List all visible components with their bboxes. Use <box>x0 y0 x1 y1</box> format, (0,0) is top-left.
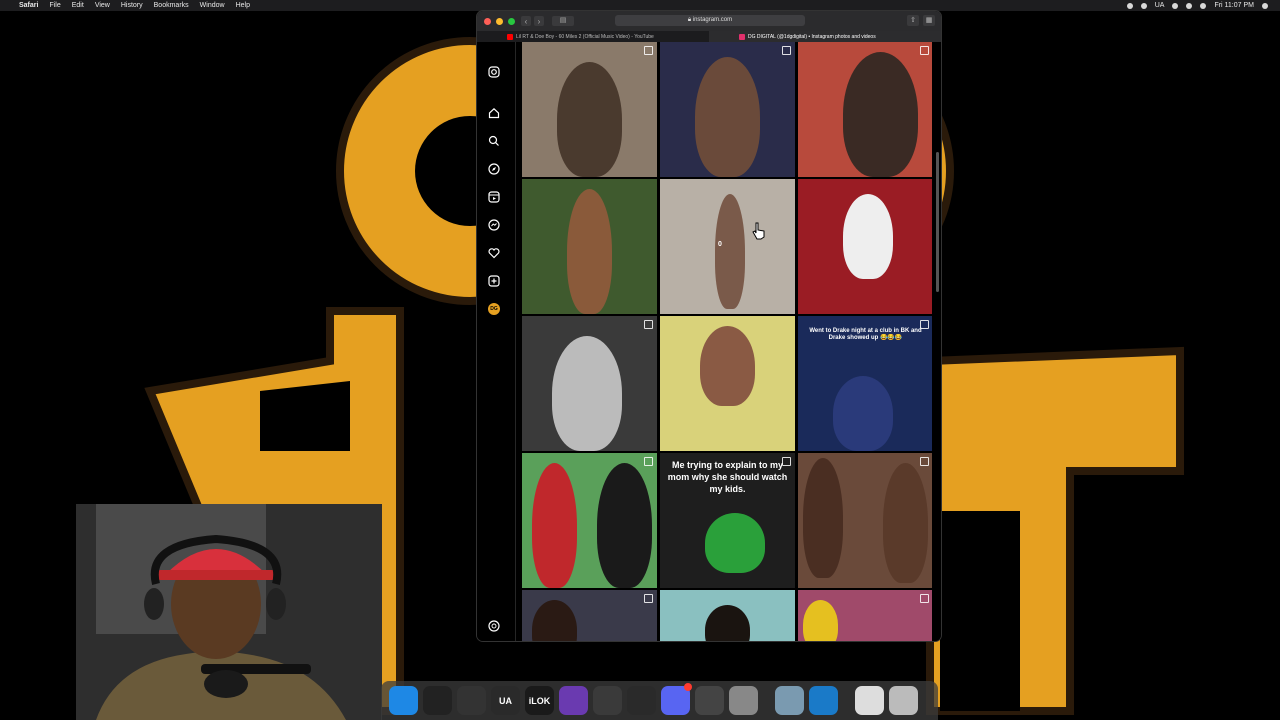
posts-grid: 0 Went to Drake night at a club in BK an… <box>522 42 932 641</box>
post-tile[interactable] <box>522 453 657 588</box>
multi-post-icon <box>782 46 791 55</box>
minimize-window-button[interactable] <box>496 17 503 25</box>
tab-overview-icon[interactable]: ▦ <box>923 15 935 26</box>
threads-icon[interactable] <box>488 620 500 632</box>
waves-icon[interactable] <box>457 686 486 715</box>
comment-count: 0 <box>718 241 722 248</box>
logic-icon[interactable] <box>559 686 588 715</box>
close-window-button[interactable] <box>484 17 491 25</box>
tab-label: Lil RT & Doe Boy - 60 Miles 2 (Official … <box>516 33 654 40</box>
ua-connect-icon[interactable]: UA <box>491 686 520 715</box>
post-tile[interactable] <box>522 42 657 177</box>
post-tile[interactable] <box>660 316 795 451</box>
reel-icon <box>782 457 791 466</box>
menu-window[interactable]: Window <box>200 2 225 9</box>
messenger-icon[interactable] <box>488 219 500 231</box>
post-tile[interactable] <box>660 590 795 641</box>
youtube-favicon-icon <box>507 33 513 40</box>
scrollbar[interactable] <box>936 152 939 292</box>
dock: UA iLOK <box>381 681 938 720</box>
home-icon[interactable] <box>488 107 500 119</box>
trash-icon[interactable] <box>889 686 918 715</box>
menu-history[interactable]: History <box>121 2 143 9</box>
notification-badge <box>684 683 692 691</box>
tab-instagram[interactable]: DG DIGITAL (@1dgdigital) • Instagram pho… <box>709 31 941 42</box>
post-tile[interactable] <box>522 316 657 451</box>
sidebar-toggle-icon[interactable]: ▤ <box>552 16 574 26</box>
instagram-page: DG 0 Went to Drake night at a club in BK… <box>477 42 941 641</box>
multi-post-icon <box>920 320 929 329</box>
reel-icon <box>644 320 653 329</box>
instagram-sidebar: DG <box>477 42 516 641</box>
post-tile[interactable] <box>660 42 795 177</box>
status-area: UA Fri 11:07 PM <box>1126 2 1268 9</box>
control-center-icon[interactable] <box>1262 2 1268 9</box>
post-tile[interactable] <box>522 590 657 641</box>
back-icon[interactable]: ‹ <box>521 16 531 26</box>
instagram-icon[interactable] <box>488 66 500 78</box>
multi-post-icon <box>920 594 929 603</box>
instagram-favicon-icon <box>739 33 745 40</box>
menu-help[interactable]: Help <box>236 2 250 9</box>
share-icon[interactable]: ⇧ <box>907 15 919 26</box>
multi-post-icon <box>644 46 653 55</box>
menu-app-name[interactable]: Safari <box>19 2 38 9</box>
multi-post-icon <box>920 46 929 55</box>
hand-cursor-icon <box>752 222 765 240</box>
url-text: instagram.com <box>692 17 733 23</box>
post-tile[interactable] <box>798 179 932 314</box>
post-tile[interactable]: Me trying to explain to my mom why she s… <box>660 453 795 588</box>
explore-icon[interactable] <box>488 163 500 175</box>
menu-bar: Safari File Edit View History Bookmarks … <box>0 0 1280 11</box>
ua-console-icon[interactable] <box>593 686 622 715</box>
post-tile[interactable] <box>798 590 932 641</box>
preview-icon[interactable] <box>775 686 804 715</box>
safari-window: ‹ › ▤ 🔒︎ instagram.com ⇧ ▦ Lil RT & Doe … <box>477 11 941 641</box>
ilok-icon[interactable]: iLOK <box>525 686 554 715</box>
address-bar[interactable]: 🔒︎ instagram.com <box>615 15 805 26</box>
tab-bar: Lil RT & Doe Boy - 60 Miles 2 (Official … <box>477 31 941 42</box>
system-settings-icon[interactable] <box>729 686 758 715</box>
keyboard-app-icon[interactable] <box>695 686 724 715</box>
menu-view[interactable]: View <box>95 2 110 9</box>
search-icon[interactable] <box>488 135 500 147</box>
webcam-overlay <box>76 504 382 720</box>
clock[interactable]: Fri 11:07 PM <box>1214 2 1254 9</box>
discord-icon[interactable] <box>661 683 692 715</box>
post-tile[interactable]: Went to Drake night at a club in BK and … <box>798 316 932 451</box>
post-tile[interactable] <box>798 42 932 177</box>
multi-post-icon <box>920 457 929 466</box>
ua-meter-icon[interactable] <box>627 686 656 715</box>
forward-icon[interactable]: › <box>534 16 544 26</box>
multi-post-icon <box>644 457 653 466</box>
safari-icon[interactable] <box>389 686 418 715</box>
document-icon[interactable] <box>855 686 884 715</box>
search-spotlight-icon[interactable] <box>1200 2 1207 9</box>
reels-icon[interactable] <box>488 191 500 203</box>
post-tile[interactable]: 0 <box>660 179 795 314</box>
title-bar: ‹ › ▤ 🔒︎ instagram.com ⇧ ▦ <box>477 11 941 31</box>
tab-label: DG DIGITAL (@1dgdigital) • Instagram pho… <box>748 33 876 40</box>
ua-status-label[interactable]: UA <box>1155 2 1165 9</box>
post-caption: Me trying to explain to my mom why she s… <box>667 460 788 494</box>
battery-icon[interactable] <box>1186 2 1193 9</box>
menu-file[interactable]: File <box>49 2 60 9</box>
post-tile[interactable] <box>522 179 657 314</box>
create-icon[interactable] <box>488 275 500 287</box>
multi-post-icon <box>644 594 653 603</box>
edge-icon[interactable] <box>809 686 838 715</box>
post-caption: Went to Drake night at a club in BK and … <box>809 328 922 341</box>
obs-icon[interactable] <box>423 686 452 715</box>
menu-edit[interactable]: Edit <box>72 2 84 9</box>
wifi-icon[interactable] <box>1172 2 1179 9</box>
profile-avatar[interactable]: DG <box>488 303 500 315</box>
zoom-window-button[interactable] <box>508 17 515 25</box>
menu-bookmarks[interactable]: Bookmarks <box>154 2 189 9</box>
tab-youtube[interactable]: Lil RT & Doe Boy - 60 Miles 2 (Official … <box>477 31 709 42</box>
status-icon[interactable] <box>1140 2 1147 9</box>
webcam-person-image <box>76 504 382 720</box>
record-icon[interactable] <box>1126 2 1133 9</box>
post-tile[interactable] <box>798 453 932 588</box>
heart-icon[interactable] <box>488 247 500 259</box>
